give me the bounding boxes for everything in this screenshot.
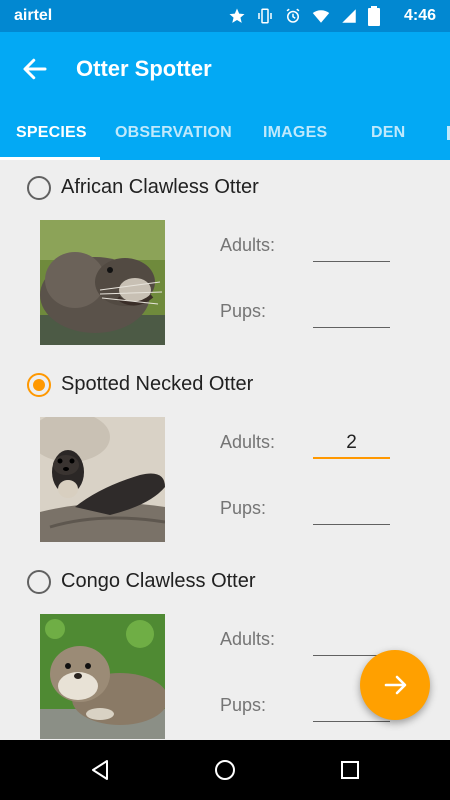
system-navigation-bar (0, 740, 450, 800)
otter-photo (40, 417, 165, 542)
arrow-back-icon (23, 58, 47, 80)
pups-label: Pups: (220, 301, 267, 321)
nav-back-icon[interactable] (88, 758, 112, 782)
pups-input[interactable] (313, 292, 390, 328)
species-item: African Clawless Otter Adults: Pups: (0, 160, 450, 357)
species-name[interactable]: African Clawless Otter (61, 176, 259, 199)
clock: 4:46 (403, 7, 436, 24)
carrier-name: airtel (14, 7, 53, 24)
status-bar: airtel 4:46 (0, 0, 450, 32)
otter-photo (40, 614, 165, 739)
wifi-icon (312, 10, 330, 23)
star-icon (229, 8, 245, 23)
app-bar: Otter Spotter SPECIES OBSERVATION IMAGES… (0, 32, 450, 160)
battery-icon (368, 6, 380, 26)
back-button[interactable] (20, 54, 50, 84)
tab-images[interactable]: IMAGES (263, 124, 327, 142)
adults-input[interactable]: 2 (313, 423, 390, 459)
otter-photo (40, 220, 165, 345)
nav-home-icon[interactable] (213, 758, 237, 782)
pups-input[interactable] (313, 489, 390, 525)
status-icons (228, 6, 380, 26)
next-fab-button[interactable] (360, 650, 430, 720)
page-title: Otter Spotter (76, 56, 212, 81)
species-item: Spotted Necked Otter Adults: 2 Pups: (0, 357, 450, 554)
vibrate-icon (258, 8, 272, 24)
adults-input[interactable] (313, 226, 390, 262)
nav-recents-icon[interactable] (338, 758, 362, 782)
tab-bar: SPECIES OBSERVATION IMAGES DEN (0, 110, 450, 160)
adults-label: Adults: (220, 629, 276, 649)
signal-icon (342, 9, 356, 23)
arrow-forward-icon (384, 675, 407, 695)
tab-species[interactable]: SPECIES (16, 124, 87, 142)
adults-label: Adults: (220, 235, 276, 255)
alarm-icon (286, 8, 300, 23)
pups-label: Pups: (220, 498, 267, 518)
species-name[interactable]: Spotted Necked Otter (61, 373, 253, 396)
tab-den[interactable]: DEN (371, 124, 405, 142)
adults-label: Adults: (220, 432, 276, 452)
species-radio[interactable] (27, 373, 51, 397)
tab-observation[interactable]: OBSERVATION (115, 124, 232, 142)
species-radio[interactable] (27, 570, 51, 594)
species-name[interactable]: Congo Clawless Otter (61, 570, 256, 593)
pups-label: Pups: (220, 695, 267, 715)
species-radio[interactable] (27, 176, 51, 200)
